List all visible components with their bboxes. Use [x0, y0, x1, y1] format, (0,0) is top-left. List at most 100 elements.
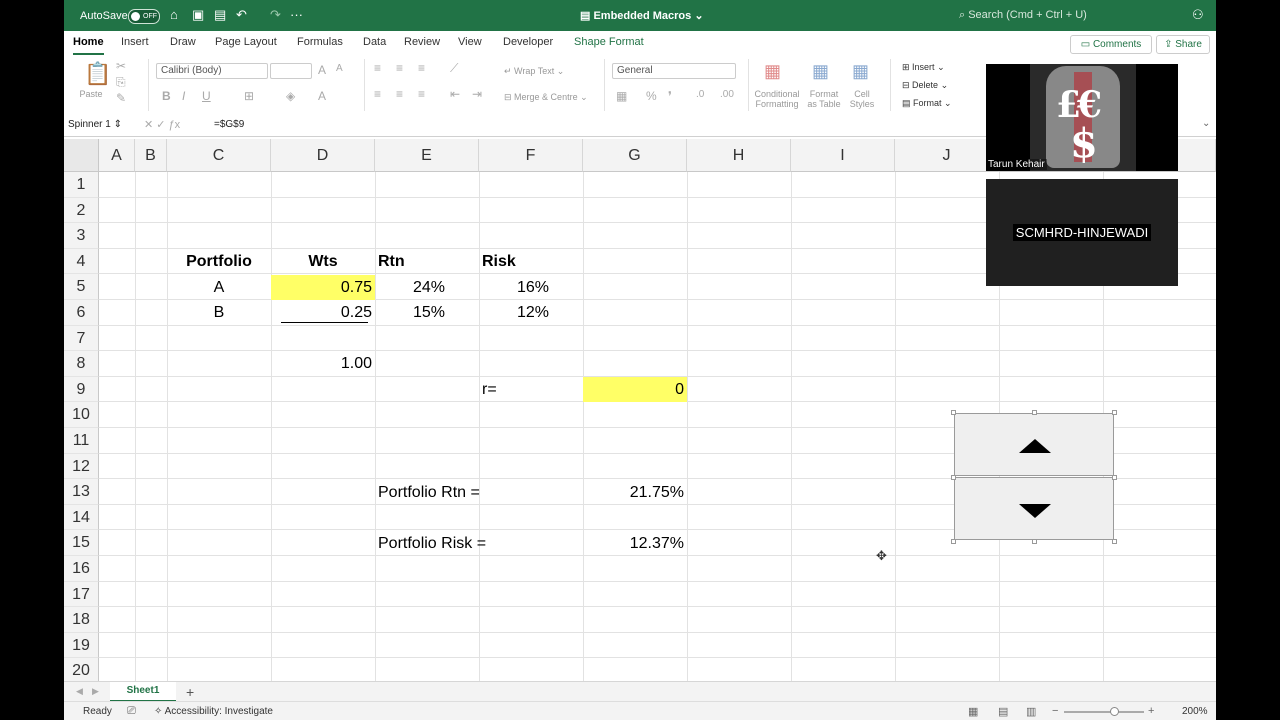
number-format-select[interactable]: General [612, 63, 736, 79]
column-header-f[interactable]: F [479, 139, 583, 172]
font-name-select[interactable]: Calibri (Body) [156, 63, 268, 79]
page-layout-view-icon[interactable]: ▤ [998, 705, 1008, 718]
fx-icon[interactable]: ƒx [169, 119, 181, 131]
document-title[interactable]: ▤ Embedded Macros ⌄ [580, 9, 704, 22]
cell-d5[interactable]: 0.75 [271, 275, 375, 300]
expand-formula-bar-icon[interactable]: ⌄ [1202, 118, 1210, 129]
cell-g9[interactable]: 0 [583, 377, 687, 402]
decrease-indent-icon[interactable]: ⇤ [450, 87, 460, 101]
row-header-11[interactable]: 11 [64, 428, 99, 454]
bold-icon[interactable]: B [162, 89, 171, 103]
tab-data[interactable]: Data [363, 36, 386, 48]
align-middle-icon[interactable]: ≡ [396, 61, 403, 75]
save-icon[interactable]: ▣ [192, 7, 204, 23]
column-header-h[interactable]: H [687, 139, 791, 172]
page-break-view-icon[interactable]: ▥ [1026, 705, 1036, 718]
row-header-16[interactable]: 16 [64, 556, 99, 582]
accessibility-status[interactable]: ✧ Accessibility: Investigate [154, 706, 273, 717]
format-cells-button[interactable]: ▤ Format ⌄ [902, 98, 952, 108]
tab-review[interactable]: Review [404, 36, 440, 48]
row-header-9[interactable]: 9 [64, 377, 99, 402]
paste-icon[interactable]: 📋 [84, 61, 111, 87]
collaborate-icon[interactable]: ⚇ [1192, 7, 1204, 23]
row-header-19[interactable]: 19 [64, 633, 99, 658]
cell-e6[interactable]: 15% [375, 300, 479, 325]
autosave-toggle[interactable]: OFF [128, 9, 160, 24]
cell-f4[interactable]: Risk [479, 249, 583, 274]
cell-e5[interactable]: 24% [375, 275, 479, 300]
resize-handle[interactable] [951, 475, 956, 480]
tab-formulas[interactable]: Formulas [297, 36, 343, 48]
decrease-font-icon[interactable]: A [336, 63, 343, 74]
enter-icon[interactable]: ✓ [156, 119, 165, 131]
column-header-j[interactable]: J [895, 139, 999, 172]
wrap-text-button[interactable]: ↵ Wrap Text ⌄ [504, 66, 564, 76]
macro-record-icon[interactable]: ⎚ [127, 705, 136, 718]
italic-icon[interactable]: I [182, 89, 185, 103]
cell-d4[interactable]: Wts [271, 249, 375, 274]
spinner-up-button[interactable] [954, 413, 1114, 476]
spinner-down-button[interactable] [954, 477, 1114, 540]
cell-d8[interactable]: 1.00 [271, 351, 375, 376]
cell-styles-label[interactable]: Cell Styles [846, 89, 878, 109]
font-color-icon[interactable]: A [318, 89, 326, 103]
zoom-out-icon[interactable]: − [1052, 705, 1058, 717]
row-header-4[interactable]: 4 [64, 249, 99, 274]
cancel-icon[interactable]: ✕ [144, 119, 153, 131]
row-header-8[interactable]: 8 [64, 351, 99, 377]
orientation-icon[interactable]: ⟋ [450, 61, 458, 76]
cell-f9[interactable]: r= [479, 377, 583, 402]
row-header-1[interactable]: 1 [64, 172, 99, 198]
tab-home[interactable]: Home [73, 36, 104, 55]
increase-decimal-icon[interactable]: .0 [696, 89, 704, 100]
copy-icon[interactable]: ⎘ [116, 75, 126, 90]
cell-e4[interactable]: Rtn [375, 249, 479, 274]
formula-input[interactable]: =$G$9 [214, 119, 244, 130]
cell-f6[interactable]: 12% [479, 300, 583, 325]
name-box[interactable]: Spinner 1 ⇕ [68, 118, 132, 132]
row-header-6[interactable]: 6 [64, 300, 99, 326]
comments-button[interactable]: ▭ Comments [1070, 35, 1152, 54]
home-icon[interactable]: ⌂ [170, 7, 178, 22]
tab-developer[interactable]: Developer [503, 36, 553, 48]
cell-c6[interactable]: B [167, 300, 271, 325]
redo-icon[interactable]: ↷ [270, 7, 281, 23]
tab-insert[interactable]: Insert [121, 36, 149, 48]
cell-f5[interactable]: 16% [479, 275, 583, 300]
resize-handle[interactable] [1112, 475, 1117, 480]
row-header-5[interactable]: 5 [64, 274, 99, 300]
cell-g15[interactable]: 12.37% [583, 531, 687, 556]
undo-icon[interactable]: ↶ [236, 7, 247, 23]
align-top-icon[interactable]: ≡ [374, 61, 381, 75]
sheet-tab-sheet1[interactable]: Sheet1 [110, 682, 176, 702]
align-center-icon[interactable]: ≡ [396, 87, 403, 101]
decrease-decimal-icon[interactable]: .00 [720, 89, 734, 100]
save-as-icon[interactable]: ▤ [214, 7, 226, 23]
cell-g13[interactable]: 21.75% [583, 480, 687, 505]
percent-style-icon[interactable]: % [646, 89, 657, 103]
more-icon[interactable]: ··· [290, 7, 303, 22]
next-sheet-icon[interactable]: ▶ [92, 686, 99, 697]
resize-handle[interactable] [951, 410, 956, 415]
accounting-format-icon[interactable]: ▦ [616, 89, 627, 103]
format-as-table-label[interactable]: Format as Table [804, 89, 844, 109]
insert-cells-button[interactable]: ⊞ Insert ⌄ [902, 62, 945, 72]
delete-cells-button[interactable]: ⊟ Delete ⌄ [902, 80, 948, 90]
cell-c4[interactable]: Portfolio [167, 249, 271, 274]
format-painter-icon[interactable]: ✎ [116, 91, 126, 105]
column-header-c[interactable]: C [167, 139, 271, 172]
zoom-level[interactable]: 200% [1182, 706, 1208, 717]
tab-shape-format[interactable]: Shape Format [574, 36, 644, 48]
merge-centre-button[interactable]: ⊟ Merge & Centre ⌄ [504, 92, 588, 102]
fill-color-icon[interactable]: ◈ [286, 89, 295, 103]
column-header-i[interactable]: I [791, 139, 895, 172]
row-header-7[interactable]: 7 [64, 326, 99, 351]
increase-indent-icon[interactable]: ⇥ [472, 87, 482, 101]
column-header-a[interactable]: A [99, 139, 135, 172]
align-left-icon[interactable]: ≡ [374, 87, 381, 101]
row-header-13[interactable]: 13 [64, 479, 99, 505]
zoom-slider[interactable] [1064, 711, 1144, 713]
column-header-b[interactable]: B [135, 139, 167, 172]
cell-e15[interactable]: Portfolio Risk = [375, 531, 583, 556]
underline-icon[interactable]: U [202, 89, 211, 103]
